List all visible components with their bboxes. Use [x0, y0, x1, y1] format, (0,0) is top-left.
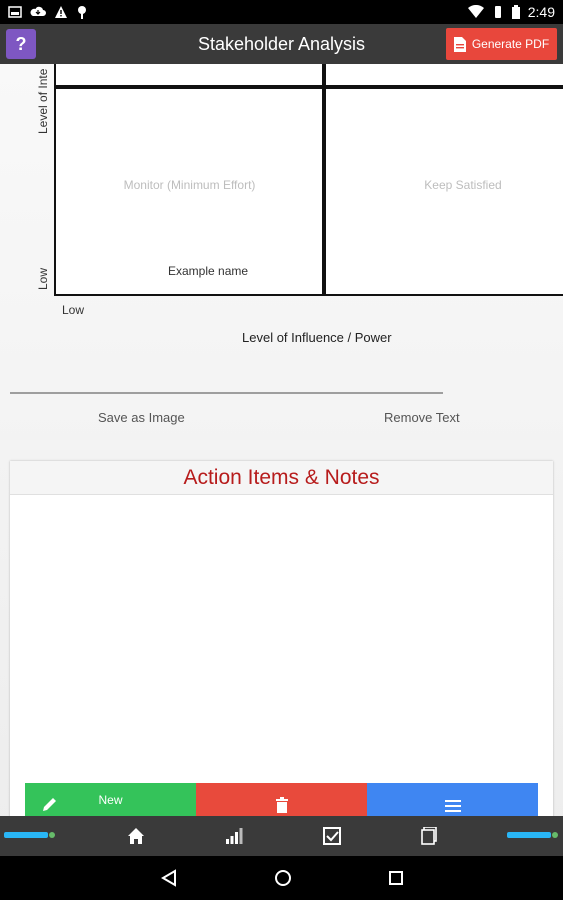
quadrant-top-left[interactable] — [56, 64, 323, 86]
quadrant-keep-satisfied-label: Keep Satisfied — [424, 178, 502, 192]
new-note-label: New — [98, 793, 123, 807]
brand-logo-icon — [507, 831, 558, 838]
remove-text-button[interactable]: Remove Text — [384, 410, 460, 425]
battery-icon — [511, 5, 520, 19]
generate-pdf-button[interactable]: Generate PDF — [446, 28, 557, 60]
stakeholder-grid: Level of Inte Low Monitor (Minimum Effor… — [0, 64, 563, 384]
menu-icon — [444, 800, 461, 812]
trash-icon — [275, 797, 288, 813]
image-notification-icon — [8, 6, 22, 18]
bottom-navigation — [0, 816, 563, 856]
back-icon[interactable] — [160, 869, 178, 887]
x-axis-title: Level of Influence / Power — [242, 330, 392, 345]
system-navigation-bar — [0, 856, 563, 900]
save-as-image-button[interactable]: Save as Image — [98, 410, 185, 425]
brand-logo-left — [4, 830, 56, 843]
bottom-nav-icons — [127, 827, 437, 845]
grid-horizontal-divider — [54, 85, 563, 89]
warning-icon — [55, 6, 67, 18]
page-title: Stakeholder Analysis — [197, 33, 366, 54]
app-bar: ? Stakeholder Analysis Generate PDF — [0, 24, 563, 64]
vibrate-icon — [494, 6, 501, 18]
status-right-icons: 2:49 — [467, 4, 555, 20]
y-axis-low-label: Low — [36, 267, 50, 290]
pencil-icon — [43, 798, 56, 811]
brand-logo-right — [507, 830, 559, 843]
generate-pdf-label: Generate PDF — [471, 37, 550, 51]
notes-text-area[interactable] — [10, 495, 553, 781]
cloud-download-icon — [30, 6, 46, 16]
divider — [10, 392, 443, 394]
x-axis-low-label: Low — [62, 303, 85, 317]
quadrant-monitor-label: Monitor (Minimum Effort) — [123, 178, 256, 192]
stakeholder-name[interactable]: Example name — [168, 264, 248, 278]
document-icon[interactable] — [420, 827, 437, 845]
wifi-icon — [467, 5, 484, 18]
quadrant-top-right[interactable] — [326, 64, 563, 86]
notes-card: Action Items & Notes New — [10, 461, 553, 823]
home-icon[interactable] — [127, 827, 145, 845]
signal-chart-icon[interactable] — [225, 828, 243, 844]
status-time: 2:49 — [527, 4, 555, 20]
notes-card-title: Action Items & Notes — [10, 461, 553, 495]
grid-bottom-border — [54, 294, 563, 296]
pdf-document-icon — [453, 36, 466, 52]
status-bar: 2:49 — [0, 0, 563, 24]
y-axis-high-label: Level of Inte — [36, 68, 50, 134]
pin-icon — [78, 6, 86, 19]
help-button[interactable]: ? — [6, 29, 36, 59]
brand-logo-icon — [4, 831, 55, 838]
status-left-icons — [8, 5, 88, 19]
home-circle-icon[interactable] — [274, 869, 292, 887]
recents-icon[interactable] — [388, 870, 404, 886]
checkbox-icon[interactable] — [322, 827, 341, 845]
